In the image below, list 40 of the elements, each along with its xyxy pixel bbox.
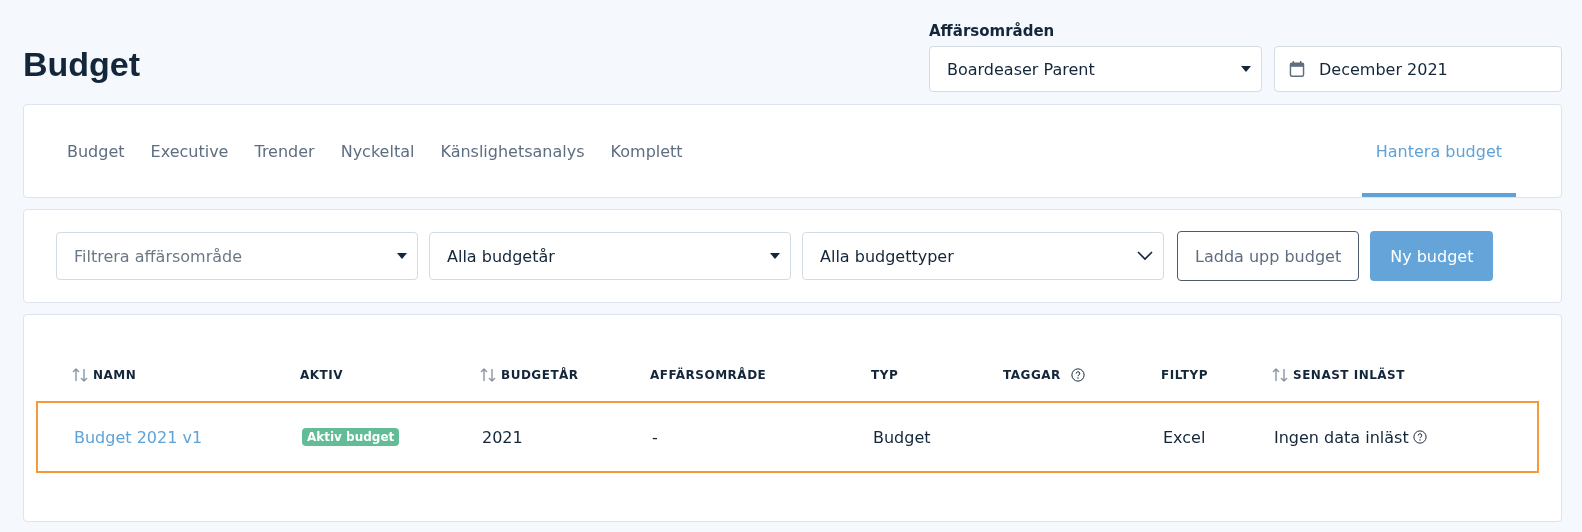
- sort-icon: [1272, 367, 1288, 383]
- table-row[interactable]: Budget 2021 v1 Aktiv budget 2021 - Budget Excel Ingen data inläst: [36, 401, 1539, 473]
- business-area-dropdown[interactable]: Boardeaser Parent: [929, 46, 1262, 92]
- calendar-icon: [1289, 61, 1305, 77]
- help-icon: [1070, 368, 1085, 382]
- budget-link[interactable]: Budget 2021 v1: [74, 427, 203, 447]
- column-header: NAMN: [93, 368, 137, 382]
- table-cell: 2021: [482, 427, 523, 447]
- table-cell: Budget: [873, 427, 931, 447]
- filter-dropdown[interactable]: Alla budgetår: [429, 232, 791, 280]
- tab[interactable]: Hantera budget: [1361, 105, 1516, 197]
- help-icon: [1412, 430, 1427, 444]
- column-header: FILTYP: [1161, 368, 1208, 382]
- caret-icon: [397, 253, 407, 259]
- caret-icon: [1241, 66, 1251, 72]
- column-header: TAGGAR: [1003, 368, 1061, 382]
- field-label: Affärsområden: [929, 22, 1056, 40]
- table-cell: -: [652, 427, 658, 447]
- column-header: AFFÄRSOMRÅDE: [650, 368, 767, 382]
- column-header: BUDGETÅR: [501, 368, 579, 382]
- table-cell: Ingen data inläst: [1274, 427, 1409, 447]
- tab[interactable]: Budget: [54, 105, 138, 197]
- column-header: TYP: [871, 368, 899, 382]
- column-header: SENAST INLÄST: [1293, 368, 1405, 382]
- sort-icon: [480, 367, 496, 383]
- status-badge: Aktiv budget: [302, 428, 400, 446]
- tab[interactable]: Trender: [241, 105, 328, 197]
- page-title: Budget: [23, 45, 141, 84]
- tab[interactable]: Nyckeltal: [327, 105, 428, 197]
- filter-dropdown[interactable]: Alla budgettyper: [802, 232, 1164, 280]
- tab[interactable]: Executive: [137, 105, 242, 197]
- table-cell: Excel: [1163, 427, 1206, 447]
- caret-icon: [770, 253, 780, 259]
- filter-dropdown[interactable]: Filtrera affärsområde: [56, 232, 418, 280]
- column-header: AKTIV: [300, 368, 344, 382]
- date-picker[interactable]: December 2021: [1274, 46, 1562, 92]
- upload-button[interactable]: Ladda upp budget: [1177, 231, 1360, 281]
- tab[interactable]: Känslighetsanalys: [427, 105, 598, 197]
- sort-icon: [72, 367, 88, 383]
- tab[interactable]: Komplett: [597, 105, 696, 197]
